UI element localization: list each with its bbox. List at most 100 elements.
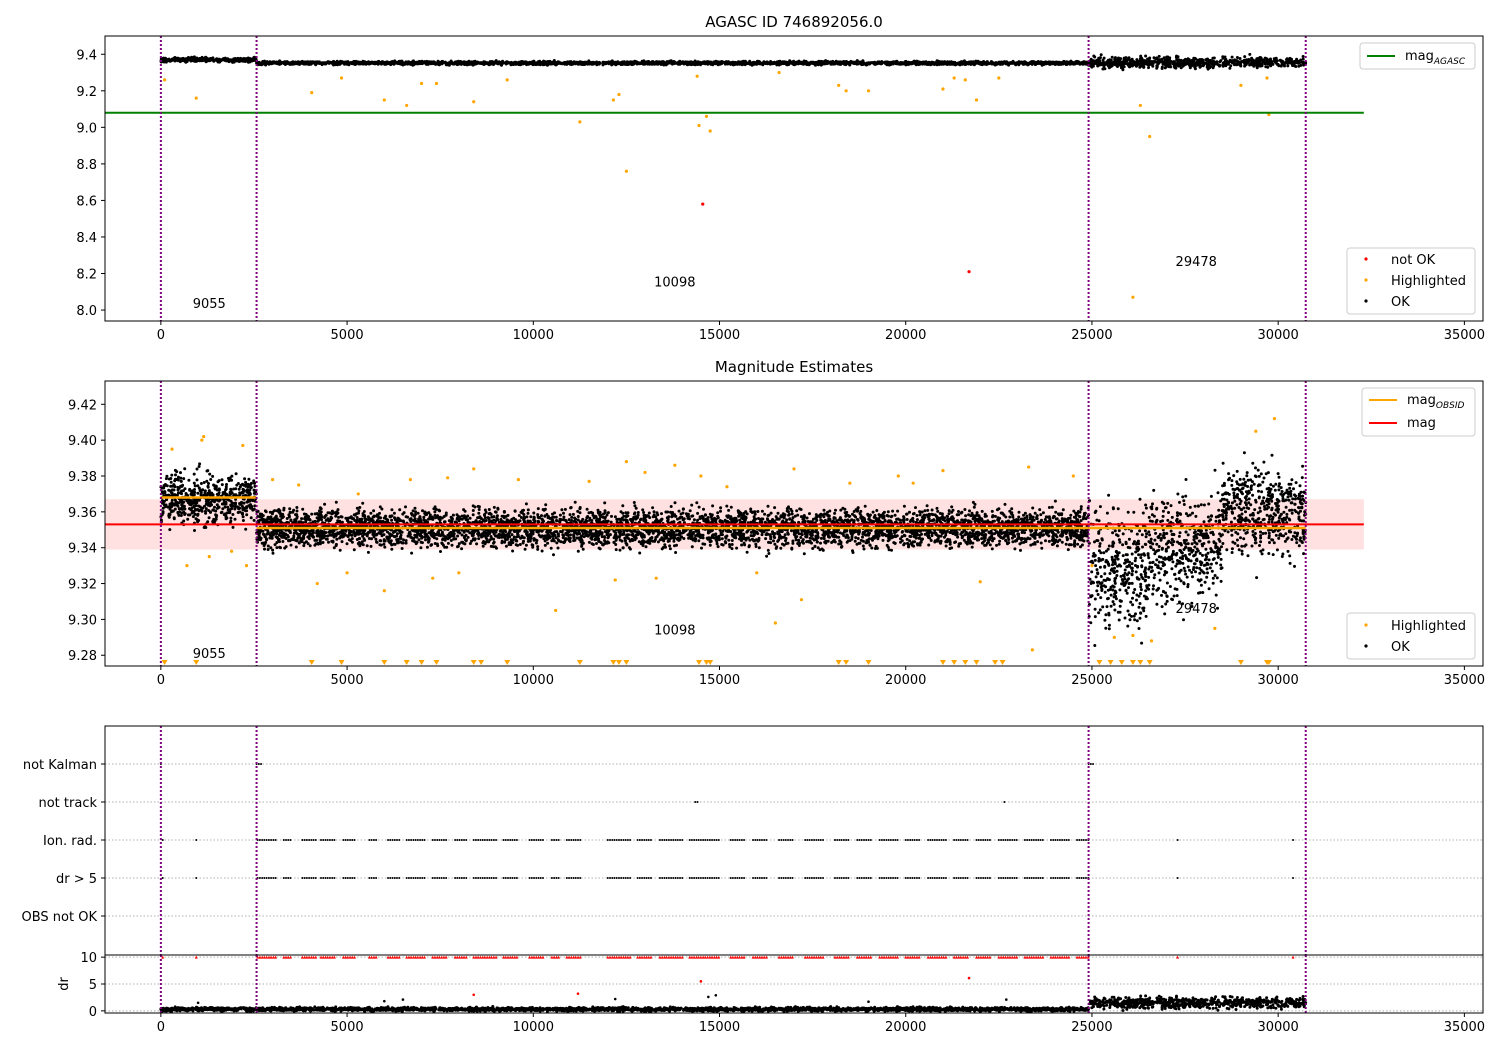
x-tick-label: 15000 [699, 673, 740, 688]
ok-point [697, 62, 700, 65]
ok-point [1173, 60, 1176, 63]
ok-point [651, 61, 654, 64]
ok-point [1106, 60, 1109, 63]
ok-point [181, 508, 184, 511]
ok-point [188, 488, 191, 491]
ok-point [973, 63, 976, 66]
ok-point [198, 465, 201, 468]
ok-point [1263, 60, 1266, 63]
ok-point [401, 61, 404, 64]
ok-point [697, 539, 700, 542]
ok-point [488, 62, 491, 65]
ok-point [812, 62, 815, 65]
ok-point [780, 62, 783, 65]
ok-point [203, 526, 206, 529]
ok-point [1062, 62, 1065, 65]
x-tick-label: 5000 [331, 673, 364, 688]
ok-point [1008, 516, 1011, 519]
ok-point [233, 508, 236, 511]
ok-point [1264, 65, 1267, 68]
ok-point [602, 62, 605, 65]
ok-point [238, 502, 241, 505]
ok-point [1187, 61, 1190, 64]
ok-point [1231, 59, 1234, 62]
ok-point [992, 61, 995, 64]
ok-point [1265, 57, 1268, 60]
ok-point [1023, 62, 1026, 65]
ok-point [643, 62, 646, 65]
ok-point [226, 506, 229, 509]
ok-point [183, 467, 186, 470]
ok-point [1187, 58, 1190, 61]
panel1-line-legend: magAGASC [1360, 43, 1475, 69]
ok-point [238, 494, 241, 497]
ok-point [1191, 60, 1194, 63]
ok-point [902, 62, 905, 65]
ok-point [241, 507, 244, 510]
ok-point [1273, 60, 1276, 63]
ok-point [193, 488, 196, 491]
ok-point [1248, 64, 1251, 67]
data-point [420, 82, 423, 85]
ok-point [245, 57, 248, 60]
ok-point [1135, 58, 1138, 61]
ok-point [170, 481, 173, 484]
ok-point [1161, 67, 1164, 70]
ok-point [1133, 63, 1136, 66]
obsid-label: 29478 [1176, 255, 1217, 270]
ok-point [441, 60, 444, 63]
ok-point [804, 62, 807, 65]
ok-point [398, 60, 401, 63]
ok-point [355, 62, 358, 65]
ok-point [364, 62, 367, 65]
ok-point [225, 515, 228, 518]
ok-point [221, 478, 224, 481]
ok-point [1124, 58, 1127, 61]
ok-point [206, 500, 209, 503]
ok-point [447, 62, 450, 65]
ok-point [332, 64, 335, 67]
obsid-label: 9055 [193, 297, 226, 312]
data-point [578, 120, 581, 123]
ok-point [200, 482, 203, 485]
ok-point [221, 483, 224, 486]
ok-point [714, 60, 717, 63]
panel1-frame [105, 36, 1483, 321]
ok-point [669, 62, 672, 65]
ok-point [690, 61, 693, 64]
ok-point [211, 475, 214, 478]
ok-point [571, 63, 574, 66]
ok-point [1243, 55, 1246, 58]
ok-point [1235, 63, 1238, 66]
ok-point [196, 468, 199, 471]
ok-point [1158, 55, 1161, 58]
data-point [845, 89, 848, 92]
x-tick-label: 0 [157, 328, 165, 343]
ok-point [1016, 61, 1019, 64]
ok-point [1111, 56, 1114, 59]
x-tick-label: 10000 [513, 673, 554, 688]
ok-point [1091, 63, 1094, 66]
ok-point [205, 59, 208, 62]
ok-point [209, 501, 212, 504]
ok-point [383, 63, 386, 66]
ok-point [1194, 67, 1197, 70]
ok-point [341, 540, 344, 543]
ok-point [178, 507, 181, 510]
ok-point [791, 61, 794, 64]
ok-point [981, 510, 984, 513]
ok-point [177, 514, 180, 517]
ok-point [230, 500, 233, 503]
ok-point [383, 546, 386, 549]
ok-point [748, 60, 751, 63]
ok-point [204, 510, 207, 513]
ok-point [410, 61, 413, 64]
ok-point [1077, 61, 1080, 64]
ok-point [178, 511, 181, 514]
ok-point [213, 506, 216, 509]
data-point [701, 202, 704, 205]
ok-point [264, 62, 267, 65]
ok-point [505, 545, 508, 548]
y-tick-label: 8.0 [76, 304, 97, 319]
ok-point [914, 506, 917, 509]
